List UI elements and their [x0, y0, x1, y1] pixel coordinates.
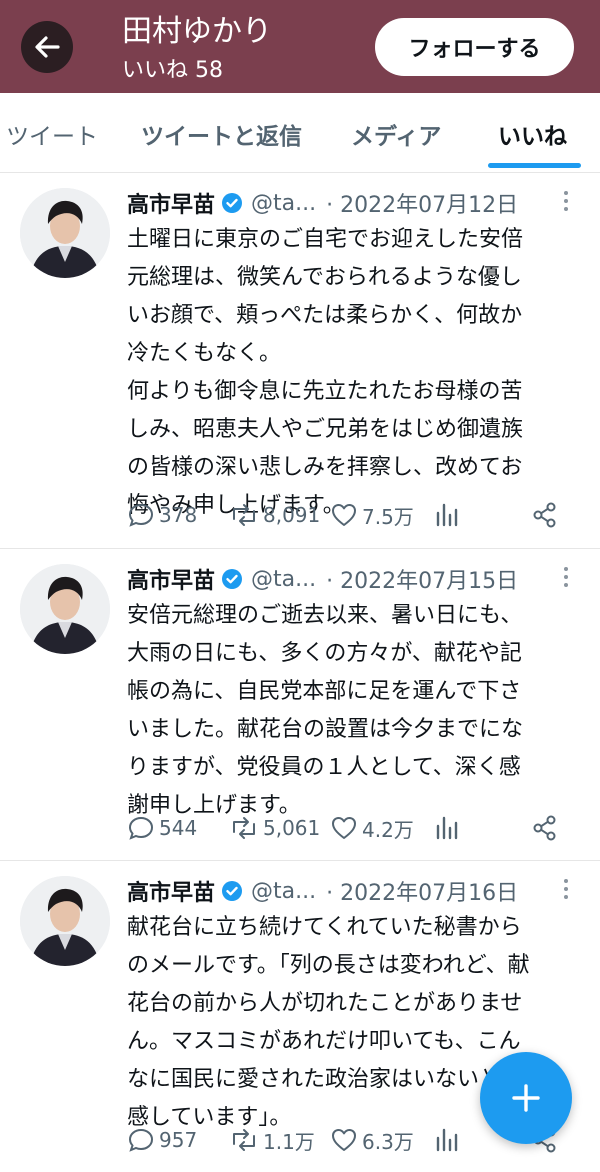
retweet-count: 1.1万: [263, 1129, 315, 1154]
vertical-dots-icon: [564, 191, 568, 211]
heart-icon: [332, 504, 356, 526]
share-button[interactable]: [531, 498, 563, 532]
follow-button[interactable]: フォローする: [375, 18, 574, 76]
back-button[interactable]: [21, 21, 73, 73]
likes-count: いいね 58: [122, 58, 223, 83]
retweet-count: 8,091: [263, 503, 321, 527]
author-name[interactable]: 高市早苗: [127, 875, 215, 907]
tweet-text: 土曜日に東京のご自宅でお迎えした安倍 元総理は、微笑んでおられるような優し いお…: [127, 227, 524, 518]
reply-count: 378: [159, 503, 198, 527]
avatar[interactable]: [20, 564, 110, 654]
heart-icon: [332, 817, 356, 839]
reply-count: 544: [159, 816, 198, 840]
more-options-button[interactable]: [560, 877, 572, 901]
tweet-date[interactable]: · 2022年07月12日: [326, 187, 518, 219]
like-count: 7.5万: [362, 504, 414, 529]
like-button[interactable]: 6.3万: [330, 1123, 414, 1157]
author-name[interactable]: 高市早苗: [127, 187, 215, 219]
tab-likes[interactable]: いいね: [498, 117, 567, 151]
tweet-header: 高市早苗 @ta... · 2022年07月15日: [127, 563, 518, 595]
arrow-left-icon: [35, 36, 60, 58]
verified-badge-icon: [221, 880, 243, 902]
profile-tabs: ツイート ツイートと返信 メディア いいね: [0, 93, 600, 173]
tab-media[interactable]: メディア: [351, 117, 441, 151]
retweet-icon: [233, 504, 255, 526]
retweet-button[interactable]: 8,091: [229, 498, 320, 532]
tweet-date[interactable]: · 2022年07月15日: [326, 563, 518, 595]
vertical-dots-icon: [564, 567, 568, 587]
profile-header: 田村ゆかり いいね 58 フォローする: [0, 0, 600, 93]
more-options-button[interactable]: [560, 565, 572, 589]
share-button[interactable]: [531, 811, 563, 845]
author-handle[interactable]: @ta...: [251, 191, 316, 216]
analytics-button[interactable]: [434, 811, 464, 845]
tweet[interactable]: 高市早苗 @ta... · 2022年07月15日 安倍元総理のご逝去以来、暑い…: [0, 549, 600, 861]
vertical-dots-icon: [564, 879, 568, 899]
active-tab-indicator: [488, 163, 581, 168]
tab-tweets-and-replies[interactable]: ツイートと返信: [141, 117, 302, 151]
reply-count: 957: [159, 1128, 198, 1152]
like-count: 4.2万: [362, 817, 414, 842]
retweet-button[interactable]: 1.1万: [229, 1123, 315, 1157]
retweet-count: 5,061: [263, 816, 321, 840]
bar-chart-icon: [436, 503, 458, 527]
like-button[interactable]: 4.2万: [330, 811, 414, 845]
reply-button[interactable]: 957: [127, 1123, 197, 1157]
like-count: 6.3万: [362, 1129, 414, 1154]
heart-icon: [332, 1129, 356, 1151]
reply-button[interactable]: 378: [127, 498, 197, 532]
tweet-text: 安倍元総理のご逝去以来、暑い日にも、 大雨の日にも、多くの方々が、献花や記 帳の…: [127, 603, 524, 818]
retweet-icon: [233, 1129, 255, 1151]
plus-icon: [512, 1084, 540, 1112]
compose-tweet-button[interactable]: [480, 1052, 572, 1144]
share-icon: [533, 502, 556, 528]
analytics-button[interactable]: [434, 1123, 464, 1157]
avatar[interactable]: [20, 876, 110, 966]
author-handle[interactable]: @ta...: [251, 879, 316, 904]
retweet-icon: [233, 817, 255, 839]
retweet-button[interactable]: 5,061: [229, 811, 320, 845]
tweet-actions: 544 5,061 4.2万: [127, 811, 567, 845]
verified-badge-icon: [221, 568, 243, 590]
tweet-header: 高市早苗 @ta... · 2022年07月16日: [127, 875, 518, 907]
like-button[interactable]: 7.5万: [330, 498, 414, 532]
author-name[interactable]: 高市早苗: [127, 563, 215, 595]
share-icon: [533, 815, 556, 841]
tweet-date[interactable]: · 2022年07月16日: [326, 875, 518, 907]
verified-badge-icon: [221, 192, 243, 214]
author-handle[interactable]: @ta...: [251, 567, 316, 592]
tab-tweets[interactable]: ツイート: [6, 117, 98, 151]
bar-chart-icon: [436, 1128, 458, 1152]
speech-bubble-icon: [128, 503, 154, 527]
profile-name: 田村ゆかり: [122, 14, 272, 49]
speech-bubble-icon: [128, 1128, 154, 1152]
analytics-button[interactable]: [434, 498, 464, 532]
more-options-button[interactable]: [560, 189, 572, 213]
bar-chart-icon: [436, 816, 458, 840]
speech-bubble-icon: [128, 816, 154, 840]
reply-button[interactable]: 544: [127, 811, 197, 845]
avatar[interactable]: [20, 188, 110, 278]
tweet-actions: 378 8,091 7.5万: [127, 498, 567, 532]
tweet[interactable]: 高市早苗 @ta... · 2022年07月12日 土曜日に東京のご自宅でお迎え…: [0, 173, 600, 549]
tweet-header: 高市早苗 @ta... · 2022年07月12日: [127, 187, 518, 219]
